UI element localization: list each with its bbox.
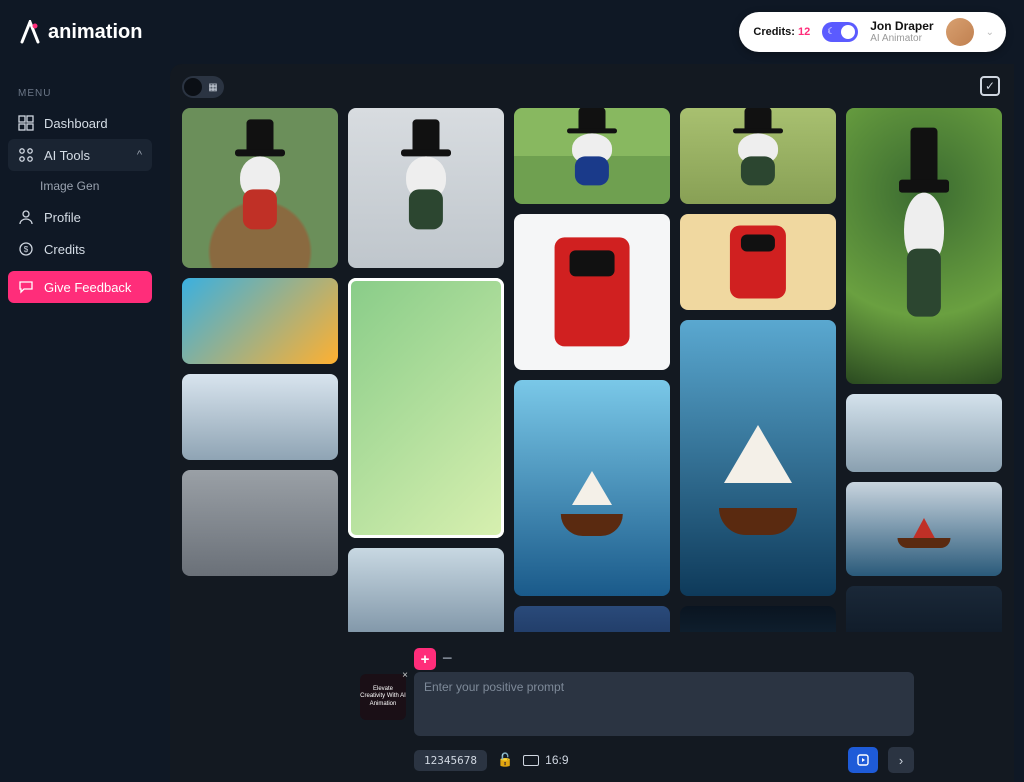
user-name: Jon Draper	[870, 20, 933, 33]
close-icon[interactable]: ×	[402, 670, 408, 682]
sidebar-item-credits[interactable]: $ Credits	[8, 233, 152, 265]
chevron-up-icon: ^	[137, 149, 142, 161]
sidebar-item-profile[interactable]: Profile	[8, 201, 152, 233]
gallery-tile[interactable]	[182, 108, 338, 268]
view-single-icon[interactable]	[184, 78, 202, 96]
add-reference-button[interactable]: +	[414, 648, 436, 670]
view-grid-icon[interactable]: ▦	[204, 78, 222, 96]
prompt-input[interactable]: Enter your positive prompt	[414, 672, 914, 736]
gallery-tile[interactable]	[846, 108, 1002, 384]
gallery-tile[interactable]	[514, 214, 670, 370]
gallery-tile[interactable]	[182, 278, 338, 364]
reference-thumbnail[interactable]: × Elevate Creativity With AI Animation	[360, 674, 406, 720]
credits-display: Credits: 12	[753, 26, 810, 38]
user-role: AI Animator	[870, 33, 933, 44]
gallery-tile[interactable]	[846, 482, 1002, 576]
seed-display[interactable]: 12345678	[414, 750, 487, 771]
aspect-ratio-selector[interactable]: 16:9	[523, 753, 568, 767]
profile-icon	[18, 209, 34, 225]
user-pill[interactable]: Credits: 12 ☾ Jon Draper AI Animator ⌄	[739, 12, 1006, 52]
sidebar-item-label: Credits	[44, 242, 85, 257]
select-mode-button[interactable]: ✓	[980, 76, 1000, 96]
remove-reference-button[interactable]: −	[442, 648, 453, 669]
gallery-tile[interactable]	[348, 548, 504, 638]
play-icon	[856, 753, 870, 767]
gallery-tile[interactable]	[182, 470, 338, 576]
sidebar-item-image-gen[interactable]: Image Gen	[8, 171, 152, 201]
gallery-tile[interactable]	[680, 214, 836, 310]
theme-toggle[interactable]: ☾	[822, 22, 858, 42]
sidebar-item-feedback[interactable]: Give Feedback	[8, 271, 152, 303]
dashboard-icon	[18, 115, 34, 131]
chevron-down-icon[interactable]: ⌄	[986, 27, 994, 38]
view-toggle[interactable]: ▦	[182, 76, 224, 98]
menu-heading: MENU	[8, 80, 152, 107]
sidebar-item-label: Image Gen	[40, 179, 99, 193]
sidebar-item-label: Profile	[44, 210, 81, 225]
gallery-tile[interactable]	[680, 108, 836, 204]
gallery-tile[interactable]	[182, 374, 338, 460]
lock-icon[interactable]: 🔓	[497, 752, 513, 768]
sidebar-item-label: Give Feedback	[44, 280, 131, 295]
logo-icon	[18, 20, 42, 44]
credits-icon: $	[18, 241, 34, 257]
tools-icon	[18, 147, 34, 163]
gallery-tile[interactable]	[514, 108, 670, 204]
sidebar: MENU Dashboard AI Tools ^ Image Gen Prof…	[0, 80, 160, 303]
sidebar-item-label: Dashboard	[44, 116, 108, 131]
moon-icon: ☾	[827, 26, 835, 37]
avatar[interactable]	[946, 18, 974, 46]
sidebar-item-dashboard[interactable]: Dashboard	[8, 107, 152, 139]
gallery-tile[interactable]	[348, 108, 504, 268]
thumbnail-caption: Elevate Creativity With AI Animation	[360, 686, 406, 708]
gallery-tile[interactable]	[680, 320, 836, 596]
svg-text:$: $	[24, 245, 29, 254]
brand-name: animation	[48, 21, 142, 44]
aspect-icon	[523, 755, 539, 766]
gallery-tile[interactable]	[514, 380, 670, 596]
prompt-bar: + − × Elevate Creativity With AI Animati…	[170, 632, 1014, 782]
gallery-tile-selected[interactable]	[348, 278, 504, 538]
feedback-icon	[18, 279, 34, 295]
sidebar-item-label: AI Tools	[44, 148, 90, 163]
brand-logo[interactable]: animation	[18, 20, 142, 44]
generate-button[interactable]	[848, 747, 878, 773]
sidebar-item-ai-tools[interactable]: AI Tools ^	[8, 139, 152, 171]
next-button[interactable]: ›	[888, 747, 914, 773]
gallery-tile[interactable]	[846, 394, 1002, 472]
